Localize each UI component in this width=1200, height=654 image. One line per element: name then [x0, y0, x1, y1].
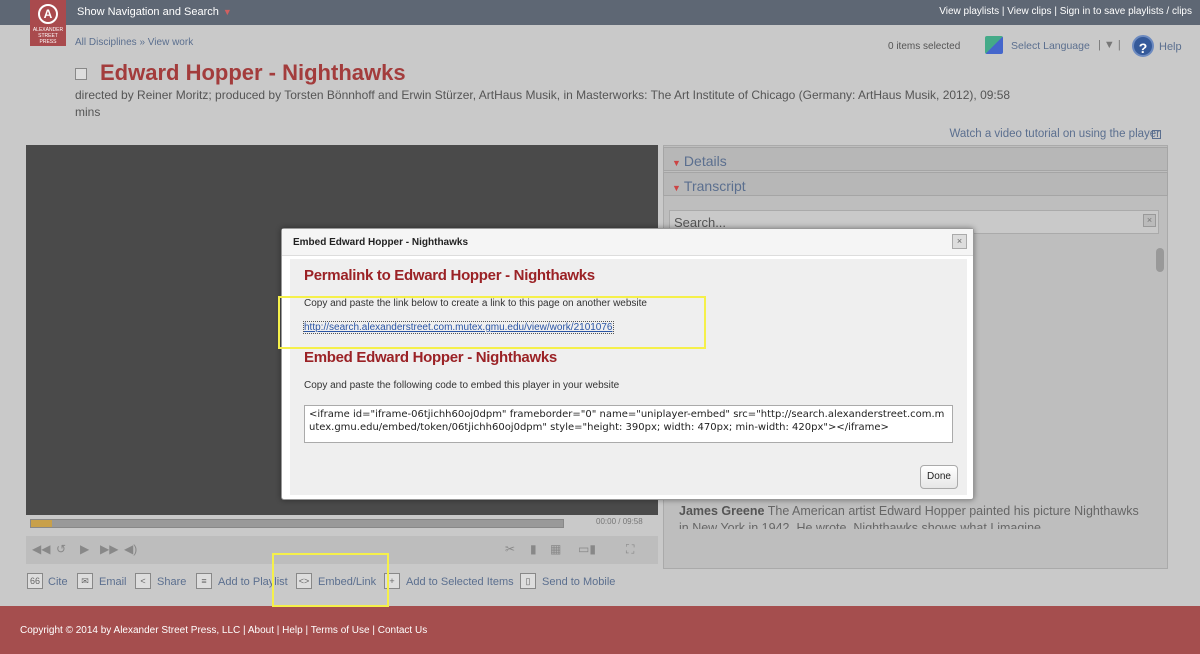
- mobile-icon[interactable]: ▯: [520, 573, 536, 589]
- embed-dialog: Embed Edward Hopper - Nighthawks × Perma…: [281, 228, 974, 500]
- permalink-highlight: [278, 296, 706, 349]
- transcript-scrollbar[interactable]: [1156, 248, 1164, 272]
- embed-instructions: Copy and paste the following code to emb…: [304, 380, 620, 391]
- fullscreen-icon[interactable]: ⛶: [626, 542, 634, 557]
- items-selected-count: 0 items selected: [888, 41, 961, 52]
- select-language-arrow-icon[interactable]: | ▼ |: [1098, 39, 1121, 51]
- cite-button[interactable]: Cite: [48, 576, 68, 588]
- rewind-icon[interactable]: ◀◀: [32, 542, 50, 556]
- grid-icon[interactable]: ▦: [550, 542, 561, 556]
- embed-heading: Embed Edward Hopper - Nighthawks: [304, 349, 557, 366]
- logo[interactable]: A ALEXANDER STREET PRESS: [30, 0, 66, 46]
- tab-details-label: Details: [683, 153, 727, 169]
- video-progress-bar[interactable]: [30, 519, 564, 528]
- done-button[interactable]: Done: [920, 465, 958, 489]
- breadcrumb[interactable]: All Disciplines » View work: [75, 37, 193, 48]
- embed-link-highlight: [272, 553, 389, 607]
- transcript-speaker: James Greene: [679, 504, 765, 518]
- layout-icon[interactable]: ▭▮: [578, 542, 596, 556]
- tab-transcript-label: Transcript: [683, 178, 746, 194]
- dialog-title: Embed Edward Hopper - Nighthawks: [293, 237, 469, 248]
- footer[interactable]: Copyright © 2014 by Alexander Street Pre…: [0, 606, 1200, 654]
- tab-details[interactable]: ▼ Details: [663, 147, 1168, 171]
- share-button[interactable]: Share: [157, 576, 186, 588]
- dialog-header: Embed Edward Hopper - Nighthawks ×: [282, 229, 973, 256]
- close-icon[interactable]: ×: [952, 234, 967, 249]
- triangle-down-icon: ▼: [672, 158, 681, 168]
- send-to-mobile-button[interactable]: Send to Mobile: [542, 576, 615, 588]
- dialog-body: Permalink to Edward Hopper - Nighthawks …: [290, 259, 967, 495]
- tab-transcript[interactable]: ▼ Transcript: [663, 172, 1168, 196]
- bookmark-icon[interactable]: ▮: [530, 542, 537, 556]
- nav-toggle-label: Show Navigation and Search: [77, 6, 219, 18]
- email-button[interactable]: Email: [99, 576, 127, 588]
- add-to-selected-button[interactable]: Add to Selected Items: [406, 576, 514, 588]
- logo-text: ALEXANDER STREET PRESS: [32, 27, 64, 45]
- help-link[interactable]: Help: [1159, 41, 1182, 53]
- work-subtitle: directed by Reiner Moritz; produced by T…: [75, 88, 1011, 119]
- video-tutorial-link[interactable]: Watch a video tutorial on using the play…: [949, 128, 1160, 140]
- cite-icon[interactable]: 66: [27, 573, 43, 589]
- select-work-checkbox[interactable]: [75, 68, 87, 80]
- show-navigation-toggle[interactable]: Show Navigation and Search ▼: [77, 6, 232, 18]
- transcript-text: James Greene The American artist Edward …: [679, 503, 1149, 529]
- progress-fill: [31, 520, 53, 527]
- scissors-icon[interactable]: ✂: [505, 542, 515, 556]
- email-icon[interactable]: ✉: [77, 573, 93, 589]
- share-icon[interactable]: <: [135, 573, 151, 589]
- triangle-down-icon: ▼: [672, 183, 681, 193]
- play-icon[interactable]: ▶: [80, 542, 89, 556]
- caret-down-icon: ▼: [222, 7, 232, 17]
- fast-forward-icon[interactable]: ▶▶: [100, 542, 118, 556]
- help-icon[interactable]: ?: [1132, 35, 1154, 57]
- top-links[interactable]: View playlists | View clips | Sign in to…: [939, 6, 1192, 17]
- external-link-icon: [1152, 130, 1161, 139]
- embed-code-textarea[interactable]: <iframe id="iframe-06tjichh60oj0dpm" fra…: [304, 405, 953, 443]
- clear-search-icon[interactable]: ×: [1143, 214, 1156, 227]
- back-30-icon[interactable]: ↺: [56, 542, 66, 556]
- google-translate-icon: [985, 36, 1003, 54]
- playlist-icon[interactable]: ≡: [196, 573, 212, 589]
- volume-icon[interactable]: ◀): [124, 542, 137, 556]
- logo-mark-icon: A: [38, 4, 58, 24]
- permalink-heading: Permalink to Edward Hopper - Nighthawks: [304, 267, 595, 284]
- video-time: 00:00 / 09:58: [596, 517, 643, 526]
- select-language-dropdown[interactable]: Select Language: [1011, 40, 1090, 52]
- page-title: Edward Hopper - Nighthawks: [100, 60, 406, 85]
